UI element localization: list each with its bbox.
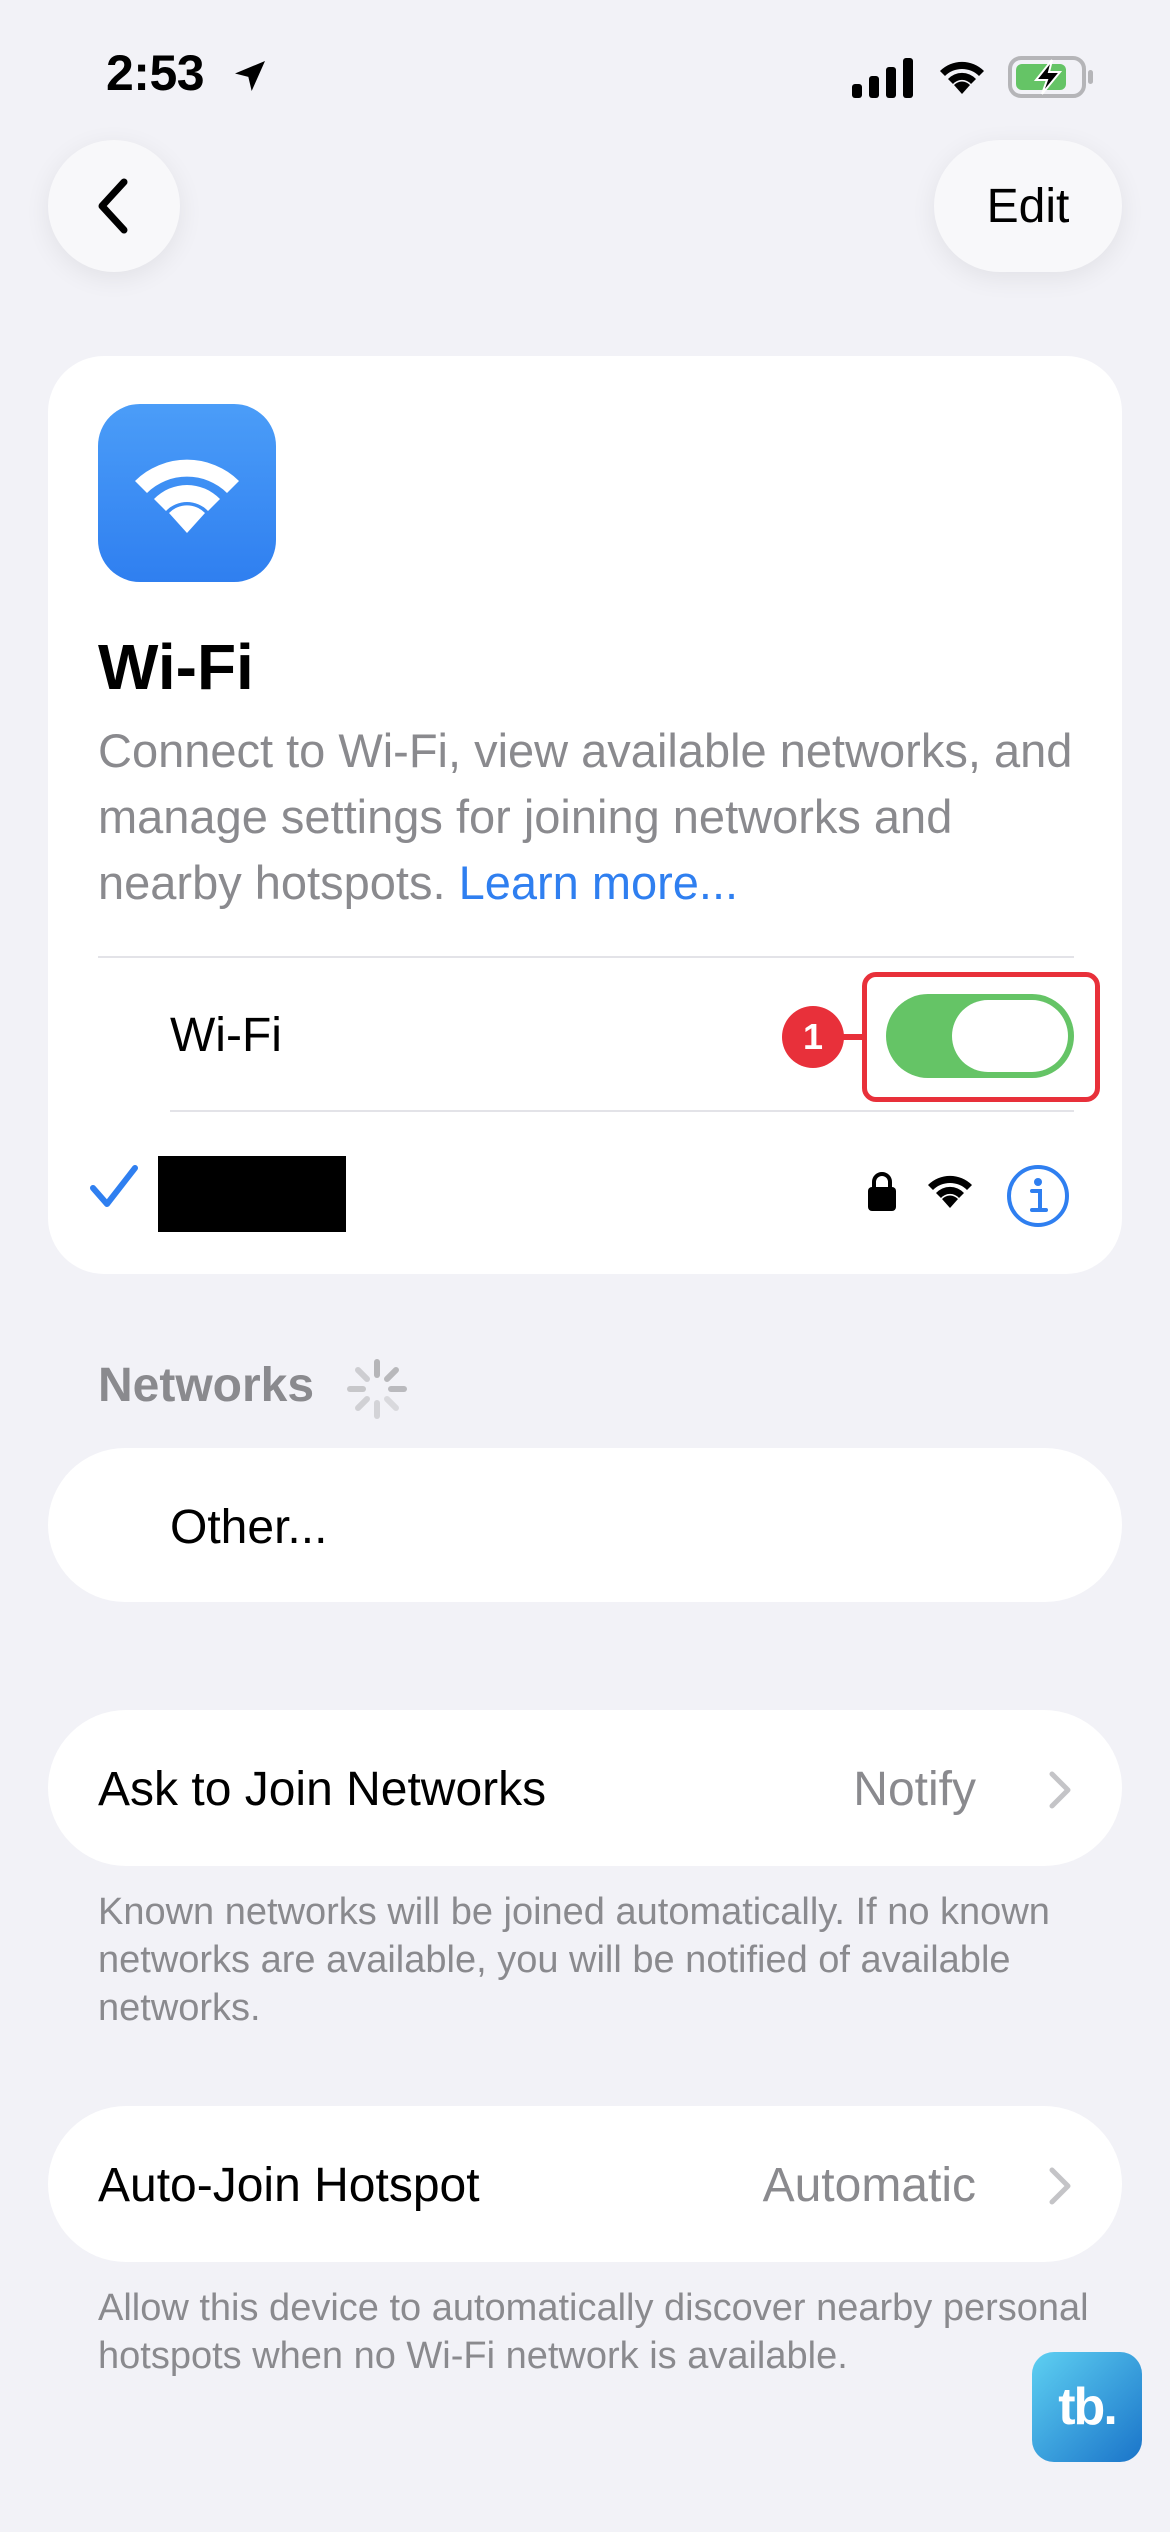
lock-icon bbox=[868, 1172, 896, 1211]
wifi-signal-icon bbox=[928, 1175, 972, 1208]
location-arrow-icon bbox=[235, 61, 265, 91]
page-title: Wi-Fi bbox=[98, 631, 254, 703]
wifi-toggle-label: Wi-Fi bbox=[170, 1009, 282, 1062]
checkmark-icon bbox=[90, 1165, 138, 1207]
networks-section-header: Networks bbox=[98, 1359, 315, 1412]
annotation-highlight-box bbox=[862, 972, 1100, 1102]
auto-join-hotspot-footer: Allow this device to automatically disco… bbox=[98, 2287, 1089, 2377]
cellular-signal-icon bbox=[852, 58, 913, 98]
loading-spinner-icon bbox=[347, 1359, 407, 1419]
other-network-label: Other... bbox=[170, 1501, 328, 1554]
chevron-right-icon bbox=[1049, 1771, 1071, 1809]
battery-charging-icon bbox=[1008, 56, 1093, 98]
info-icon[interactable] bbox=[1006, 1164, 1070, 1228]
wifi-icon bbox=[940, 61, 984, 94]
ask-to-join-label: Ask to Join Networks bbox=[98, 1763, 547, 1816]
status-time: 2:53 bbox=[106, 45, 205, 101]
wifi-icon bbox=[135, 459, 239, 533]
ask-to-join-value: Notify bbox=[853, 1763, 976, 1816]
annotation-step-badge: 1 bbox=[782, 1006, 844, 1068]
learn-more-link[interactable]: Learn more... bbox=[459, 856, 739, 909]
chevron-left-icon bbox=[98, 178, 128, 234]
watermark-logo: tb. bbox=[1032, 2352, 1142, 2462]
wifi-app-icon bbox=[98, 404, 276, 582]
wifi-description: Connect to Wi-Fi, view available network… bbox=[98, 718, 1088, 916]
auto-join-hotspot-value: Automatic bbox=[762, 2159, 976, 2212]
divider bbox=[170, 1110, 1074, 1112]
ask-to-join-footer: Known networks will be joined automatica… bbox=[98, 1891, 1050, 2029]
connected-network-name-redacted[interactable] bbox=[158, 1156, 346, 1232]
auto-join-hotspot-label: Auto-Join Hotspot bbox=[98, 2159, 480, 2212]
chevron-right-icon bbox=[1049, 2167, 1071, 2205]
divider bbox=[98, 956, 1074, 958]
edit-button[interactable]: Edit bbox=[934, 140, 1122, 272]
back-button[interactable] bbox=[48, 140, 180, 272]
